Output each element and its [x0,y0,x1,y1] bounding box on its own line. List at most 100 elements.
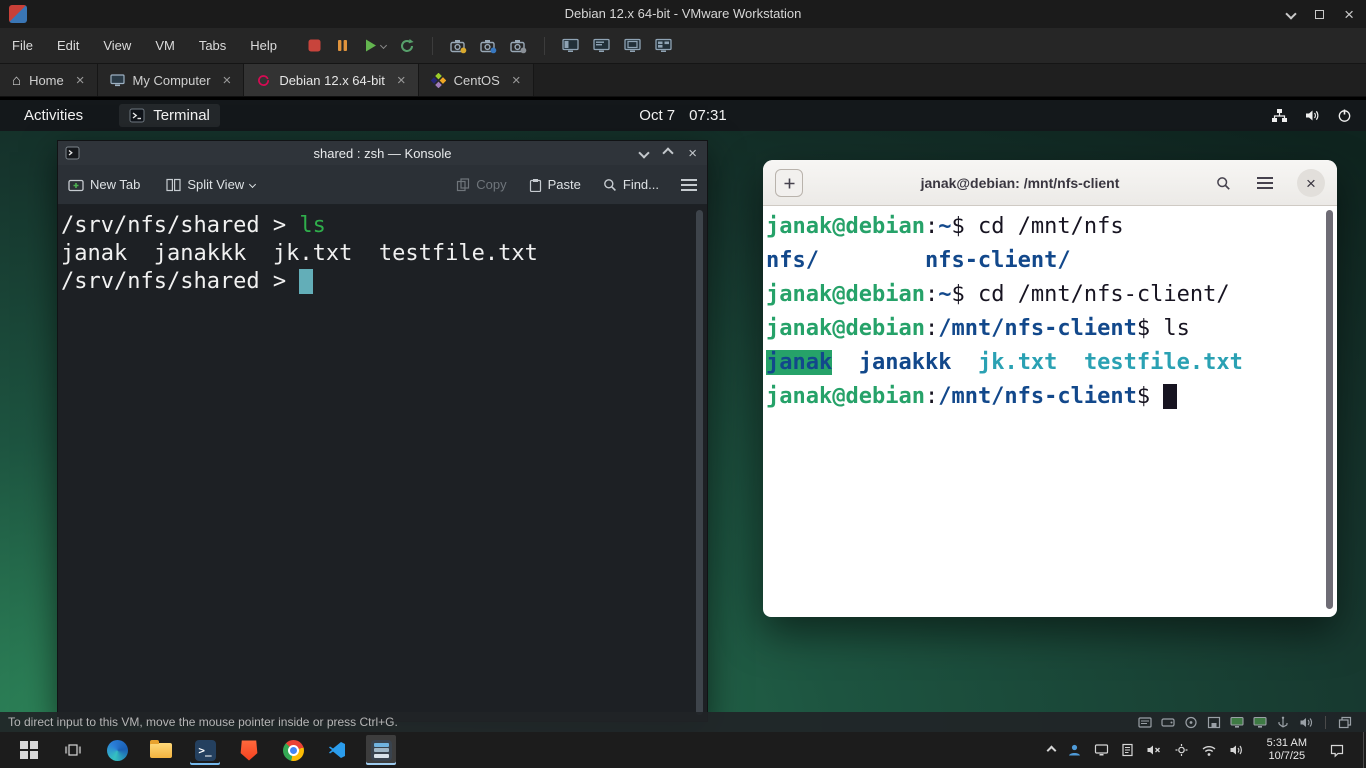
revert-snapshot-button[interactable] [399,38,415,54]
task-view-button[interactable] [58,735,88,765]
volume-icon[interactable] [1304,108,1321,123]
tab-centos[interactable]: CentOS [419,64,534,96]
menu-view[interactable]: View [91,28,143,63]
start-button[interactable] [14,735,44,765]
gnome-terminal-headerbar[interactable]: janak@debian: /mnt/nfs-client [763,160,1337,206]
vm-screen[interactable]: Activities Terminal Oct 7 07:31 shared :… [0,97,1366,732]
usb-icon[interactable] [1276,716,1290,729]
scrollbar-thumb[interactable] [696,210,703,715]
terminal-line: /srv/nfs/shared > [61,268,691,296]
gnome-terminal-scrollbar[interactable] [1326,210,1334,609]
wifi-icon[interactable] [1201,744,1217,757]
file-explorer-button[interactable] [146,735,176,765]
document-icon[interactable] [1121,743,1134,757]
take-snapshot-button[interactable] [450,38,467,54]
console-view-icon [593,38,611,53]
suspend-button[interactable] [335,38,350,53]
restore-window-icon[interactable] [1338,716,1352,729]
close-button[interactable] [1297,169,1325,197]
close-icon[interactable] [1344,6,1354,23]
task-view-icon [64,743,82,757]
floppy-icon[interactable] [1207,716,1221,729]
find-button[interactable]: Find... [603,177,659,192]
kde-system-tray [1271,100,1352,131]
close-icon[interactable] [688,145,697,162]
speaker-muted-icon[interactable] [1146,743,1162,757]
search-button[interactable] [1209,169,1237,197]
revert-snapshot-toolbar-button[interactable] [480,38,497,54]
hard-disk-icon[interactable] [1161,716,1175,729]
cdrom-icon[interactable] [1184,716,1198,729]
person-icon[interactable] [1067,743,1082,757]
vmware-app-button[interactable] [366,735,396,765]
hidden-icons-chevron[interactable] [1046,745,1056,755]
tab-close-icon[interactable] [223,73,232,88]
toolbar-separator [432,37,433,55]
windows-logo-icon [20,741,38,759]
power-on-button[interactable] [363,38,386,53]
maximize-icon[interactable] [1315,10,1324,19]
menu-vm[interactable]: VM [143,28,187,63]
tab-close-icon[interactable] [512,73,521,88]
menu-help[interactable]: Help [238,28,289,63]
tab-close-icon[interactable] [76,73,85,88]
brightness-icon[interactable] [1174,743,1189,757]
tab-my-computer[interactable]: My Computer [98,64,245,96]
taskbar-clock[interactable]: 5:31 AM 10/7/25 [1267,737,1307,763]
scrollbar-thumb[interactable] [1326,210,1333,609]
console-view-button[interactable] [593,38,611,53]
hamburger-menu-button[interactable] [1251,169,1279,197]
unity-view-button[interactable] [655,38,673,53]
chrome-button[interactable] [278,735,308,765]
terminal-line: /srv/nfs/shared > ls [61,212,691,240]
minimize-icon[interactable] [639,147,650,158]
tab-debian[interactable]: Debian 12.x 64-bit [244,64,418,96]
message-log-icon[interactable] [1138,716,1152,729]
action-center-icon[interactable] [1329,743,1345,758]
network-share-icon[interactable] [1271,108,1288,123]
split-view-button[interactable]: Split View [166,177,255,192]
power-stop-button[interactable] [307,38,322,53]
terminal-line: janak@debian:/mnt/nfs-client$ ls [766,312,1323,346]
taskbar-entry-terminal[interactable]: Terminal [119,104,220,127]
fullscreen-button[interactable] [624,38,642,53]
new-tab-button[interactable]: New Tab [68,177,140,192]
konsole-terminal-output[interactable]: /srv/nfs/shared > lsjanak janakkk jk.txt… [59,206,693,720]
maximize-icon[interactable] [663,147,674,158]
vscode-button[interactable] [322,735,352,765]
tab-close-icon[interactable] [397,73,406,88]
volume-icon[interactable] [1229,743,1245,757]
power-icon[interactable] [1337,108,1352,123]
sound-icon[interactable] [1299,716,1313,729]
menu-file[interactable]: File [0,28,45,63]
chrome-icon [283,740,304,761]
minimize-icon[interactable] [1285,8,1296,19]
hamburger-icon [1257,182,1273,184]
vm-desktop[interactable]: shared : zsh — Konsole New Tab Split Vie… [0,131,1366,732]
hamburger-menu-button[interactable] [681,184,697,186]
library-panel-icon [562,38,580,53]
snapshot-manager-button[interactable] [510,38,527,54]
new-tab-button[interactable] [775,169,803,197]
network-adapter2-icon[interactable] [1253,716,1267,729]
terminal-app-button[interactable]: >_ [190,735,220,765]
vmware-titlebar[interactable]: Debian 12.x 64-bit - VMware Workstation [0,0,1366,28]
gnome-terminal-output[interactable]: janak@debian:~$ cd /mnt/nfsnfs/ nfs-clie… [764,206,1325,615]
konsole-scrollbar[interactable] [695,208,705,717]
display-icon[interactable] [1094,743,1109,757]
paste-button[interactable]: Paste [529,177,581,192]
activities-button[interactable]: Activities [24,107,83,124]
terminal-text-segment: : [925,214,938,239]
menu-edit[interactable]: Edit [45,28,91,63]
menu-tabs[interactable]: Tabs [187,28,238,63]
edge-app-button[interactable] [102,735,132,765]
tab-home[interactable]: Home [0,64,98,96]
copy-button[interactable]: Copy [456,177,506,192]
library-toggle-button[interactable] [562,38,580,53]
brave-button[interactable] [234,735,264,765]
konsole-titlebar[interactable]: shared : zsh — Konsole [58,141,707,165]
terminal-text-segment [832,350,859,375]
network-adapter-icon[interactable] [1230,716,1244,729]
paste-icon [529,178,542,192]
terminal-text-segment: : [925,282,938,307]
